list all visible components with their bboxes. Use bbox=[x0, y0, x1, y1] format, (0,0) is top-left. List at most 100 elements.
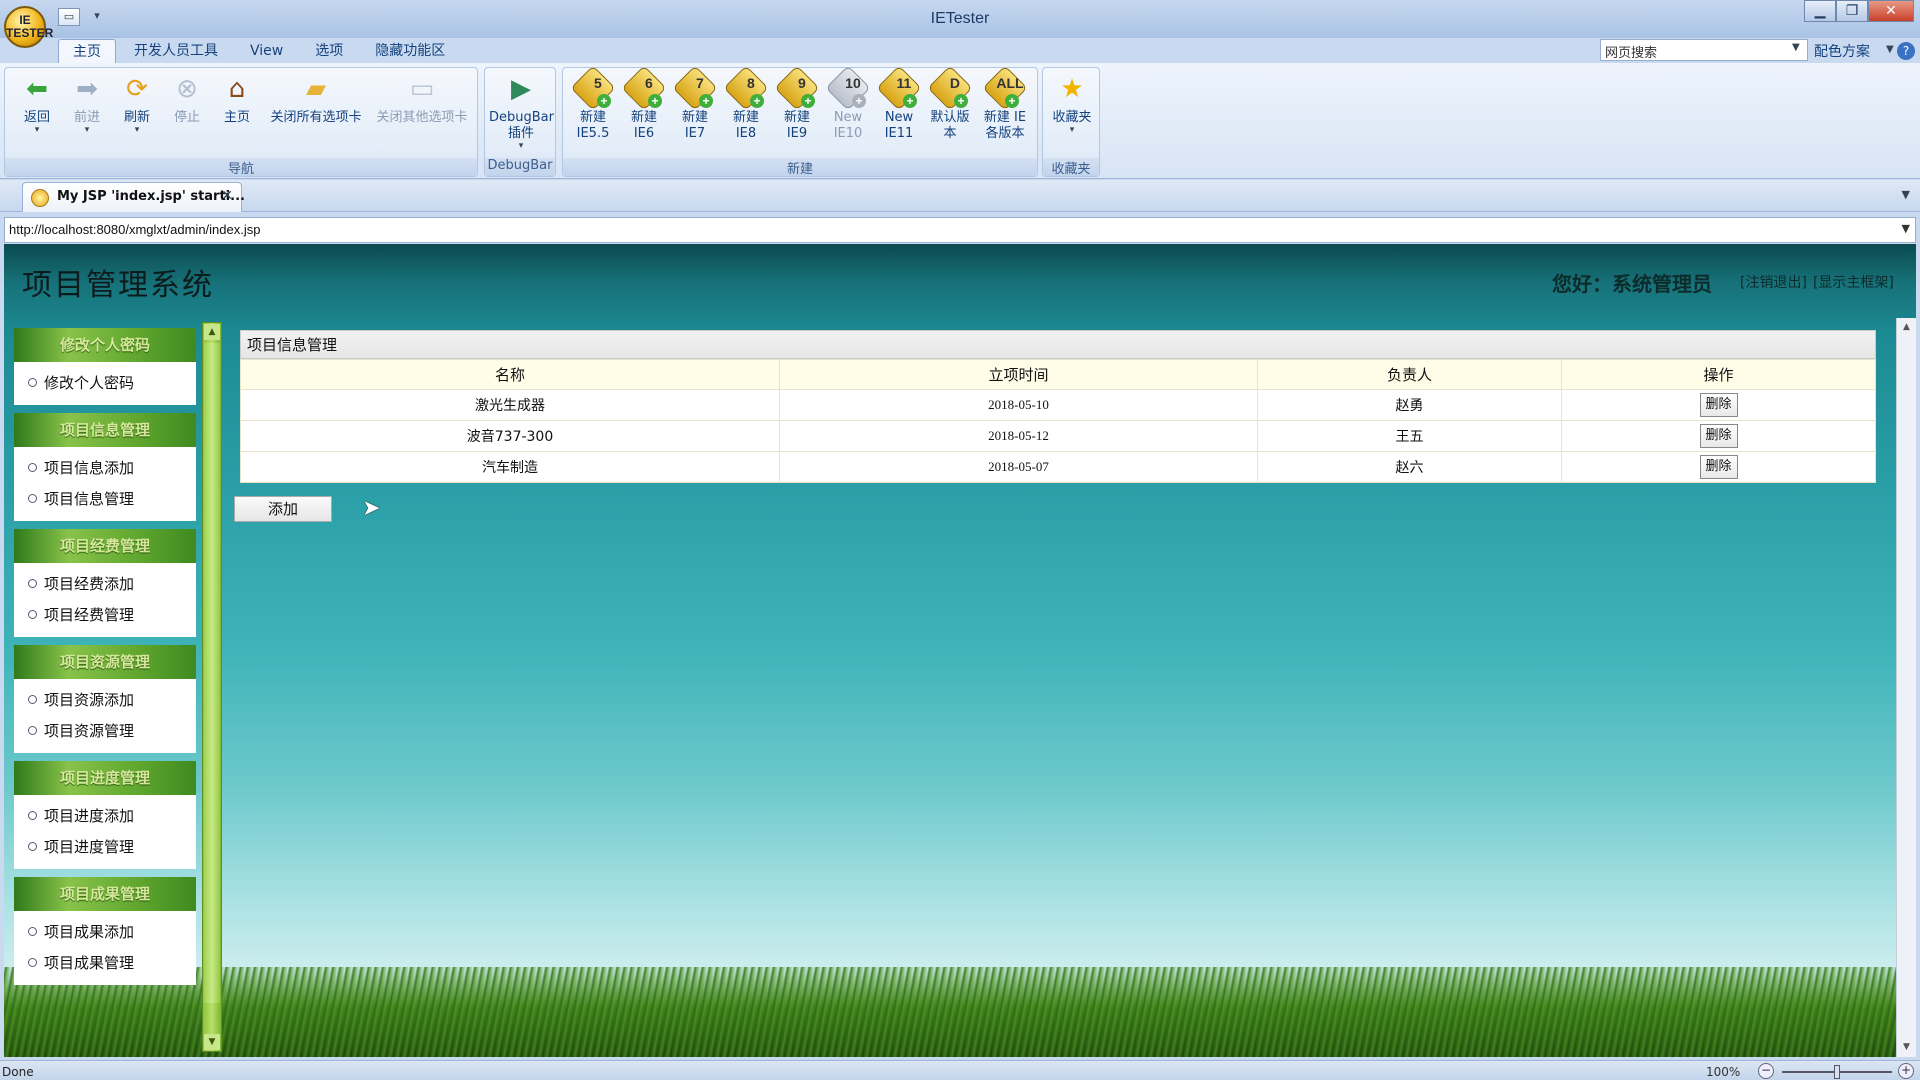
sidebar-item[interactable]: 项目成果添加 bbox=[28, 917, 196, 948]
sidebar-group-header[interactable]: 项目进度管理 bbox=[14, 761, 196, 795]
new-ie-button-3[interactable]: 8 + 新建 IE8 bbox=[722, 65, 770, 142]
cell-owner: 赵六 bbox=[1257, 451, 1562, 483]
tab-home[interactable]: 主页 bbox=[58, 39, 116, 63]
home-button[interactable]: ⌂ 主页 bbox=[213, 72, 261, 126]
scroll-down-icon[interactable]: ▼ bbox=[1898, 1039, 1915, 1056]
plus-icon: + bbox=[597, 94, 611, 108]
new-ie-button-2[interactable]: 7 + 新建 IE7 bbox=[671, 65, 719, 142]
ribbon-tabs: 主页 开发人员工具 View 选项 隐藏功能区 bbox=[58, 39, 459, 63]
table-row: 激光生成器 2018-05-10 赵勇 删除 bbox=[240, 389, 1876, 421]
home-icon: ⌂ bbox=[228, 74, 246, 104]
cell-name: 波音737-300 bbox=[240, 420, 780, 452]
sidebar-group-body: 项目信息添加 项目信息管理 bbox=[14, 447, 196, 521]
back-arrow-icon: ⬅ bbox=[26, 74, 48, 104]
new-ie-button-7[interactable]: D + 默认版本 bbox=[926, 65, 974, 142]
cell-owner: 王五 bbox=[1257, 420, 1562, 452]
maximize-button[interactable]: ❐ bbox=[1836, 0, 1868, 22]
document-tab[interactable]: My JSP 'index.jsp' starti... ✕ bbox=[22, 182, 245, 212]
minimize-button[interactable]: ▁ bbox=[1804, 0, 1836, 22]
scroll-down-icon[interactable]: ▼ bbox=[204, 1034, 220, 1050]
plus-icon: + bbox=[1005, 94, 1019, 108]
sidebar-group-body: 项目成果添加 项目成果管理 bbox=[14, 911, 196, 985]
delete-button[interactable]: 删除 bbox=[1699, 455, 1738, 479]
show-main-frame-link[interactable]: [显示主框架] bbox=[1813, 275, 1894, 291]
sidebar-item[interactable]: 项目经费添加 bbox=[28, 569, 196, 600]
address-bar[interactable]: http://localhost:8080/xmglxt/admin/index… bbox=[4, 217, 1916, 243]
back-button[interactable]: ⬅ 返回 ▾ bbox=[13, 72, 61, 135]
scroll-up-icon[interactable]: ▲ bbox=[204, 324, 220, 340]
tab-list-dropdown-icon[interactable]: ▼ bbox=[1902, 188, 1910, 201]
sidebar-scrollbar[interactable]: ▲ ▼ bbox=[202, 322, 222, 1052]
new-ie-button-1[interactable]: 6 + 新建 IE6 bbox=[620, 65, 668, 142]
web-search-input[interactable]: 网页搜索 bbox=[1600, 39, 1808, 61]
logout-link[interactable]: [注销退出] bbox=[1740, 275, 1807, 291]
sidebar-item[interactable]: 项目信息添加 bbox=[28, 453, 196, 484]
sidebar-item[interactable]: 项目资源添加 bbox=[28, 685, 196, 716]
new-ie-button-6[interactable]: 11 + New IE11 bbox=[875, 65, 923, 142]
tab-view[interactable]: View bbox=[236, 39, 297, 63]
address-dropdown-icon[interactable]: ▼ bbox=[1902, 222, 1910, 235]
tab-hide-ribbon[interactable]: 隐藏功能区 bbox=[361, 39, 459, 63]
sidebar-item[interactable]: 项目经费管理 bbox=[28, 600, 196, 631]
zoom-slider-thumb[interactable] bbox=[1834, 1065, 1840, 1079]
new-ie-button-0[interactable]: 5 + 新建 IE5.5 bbox=[569, 65, 617, 142]
delete-button[interactable]: 删除 bbox=[1699, 393, 1738, 417]
refresh-icon: ⟳ bbox=[126, 74, 148, 104]
cell-action: 删除 bbox=[1561, 389, 1876, 421]
help-icon[interactable]: ? bbox=[1897, 42, 1915, 60]
zoom-out-icon[interactable]: − bbox=[1758, 1063, 1774, 1079]
new-ie-button-4[interactable]: 9 + 新建 IE9 bbox=[773, 65, 821, 142]
color-scheme-menu[interactable]: 配色方案 bbox=[1814, 41, 1870, 61]
close-tab-icon[interactable]: ✕ bbox=[221, 188, 233, 204]
delete-button[interactable]: 删除 bbox=[1699, 424, 1738, 448]
close-other-tabs-button[interactable]: ▭ 关闭其他选项卡 bbox=[369, 72, 475, 126]
grass-background bbox=[4, 967, 1916, 1057]
sidebar-item[interactable]: 项目进度管理 bbox=[28, 832, 196, 863]
sidebar-item[interactable]: 项目成果管理 bbox=[28, 948, 196, 979]
group-navigation: ⬅ 返回 ▾ ➡ 前进 ▾ ⟳ 刷新 ▾ ⊗ 停止 ⌂ 主页 ▰ 关闭所有选项卡 ▭ … bbox=[4, 67, 478, 177]
tab-options[interactable]: 选项 bbox=[301, 39, 357, 63]
sidebar-group-body: 修改个人密码 bbox=[14, 362, 196, 405]
new-ie-button-8[interactable]: ALL + 新建 IE 各版本 bbox=[977, 65, 1033, 142]
search-dropdown-arrow[interactable]: ▼ bbox=[1792, 42, 1800, 53]
add-project-button[interactable]: 添加 bbox=[234, 496, 332, 522]
forward-arrow-icon: ➡ bbox=[76, 74, 98, 104]
zoom-level[interactable]: 100% bbox=[1706, 1065, 1740, 1079]
sidebar-item[interactable]: 修改个人密码 bbox=[28, 368, 196, 399]
star-icon: ★ bbox=[1060, 74, 1084, 104]
page-scrollbar[interactable]: ▲ ▼ bbox=[1896, 318, 1916, 1057]
close-window-button[interactable]: ✕ bbox=[1868, 0, 1914, 22]
sidebar-group-header[interactable]: 项目成果管理 bbox=[14, 877, 196, 911]
zoom-in-icon[interactable]: + bbox=[1898, 1063, 1914, 1079]
cell-date: 2018-05-07 bbox=[779, 451, 1258, 483]
debugbar-icon: ▶ bbox=[511, 74, 531, 104]
sidebar-group-header[interactable]: 修改个人密码 bbox=[14, 328, 196, 362]
debugbar-plugin-button[interactable]: ▶ DebugBar 插件 ▾ bbox=[489, 72, 554, 151]
sidebar-item[interactable]: 项目进度添加 bbox=[28, 801, 196, 832]
group-label-navigation: 导航 bbox=[5, 158, 477, 177]
sidebar-group-header[interactable]: 项目资源管理 bbox=[14, 645, 196, 679]
sidebar-group-header[interactable]: 项目信息管理 bbox=[14, 413, 196, 447]
scroll-thumb[interactable] bbox=[204, 343, 220, 1003]
app-logo-icon[interactable]: IE TESTER bbox=[4, 6, 53, 48]
sidebar-group: 项目信息管理 项目信息添加 项目信息管理 bbox=[14, 413, 196, 521]
sidebar-item[interactable]: 项目资源管理 bbox=[28, 716, 196, 747]
document-tab-title: My JSP 'index.jsp' starti... bbox=[57, 189, 245, 204]
cell-date: 2018-05-10 bbox=[779, 389, 1258, 421]
scroll-up-icon[interactable]: ▲ bbox=[1898, 319, 1915, 336]
plus-icon: + bbox=[954, 94, 968, 108]
close-all-tabs-button[interactable]: ▰ 关闭所有选项卡 bbox=[263, 72, 369, 126]
tab-strip: My JSP 'index.jsp' starti... ✕ ▼ bbox=[0, 180, 1920, 212]
sidebar-item[interactable]: 项目信息管理 bbox=[28, 484, 196, 515]
refresh-button[interactable]: ⟳ 刷新 ▾ bbox=[113, 72, 161, 135]
forward-button[interactable]: ➡ 前进 ▾ bbox=[63, 72, 111, 135]
sidebar-menu: 修改个人密码 修改个人密码 项目信息管理 项目信息添加 项目信息管理 项目经费管理 项目经费… bbox=[14, 328, 196, 993]
greeting-text: 您好：系统管理员 bbox=[1552, 272, 1712, 296]
new-ie-button-5[interactable]: 10 + New IE10 bbox=[824, 65, 872, 142]
column-header-owner: 负责人 bbox=[1257, 359, 1562, 390]
chevron-down-icon[interactable]: ▼ bbox=[1886, 44, 1894, 55]
stop-button[interactable]: ⊗ 停止 bbox=[163, 72, 211, 126]
sidebar-group-header[interactable]: 项目经费管理 bbox=[14, 529, 196, 563]
tab-developer-tools[interactable]: 开发人员工具 bbox=[120, 39, 232, 63]
favorites-button[interactable]: ★ 收藏夹 ▾ bbox=[1047, 72, 1097, 135]
